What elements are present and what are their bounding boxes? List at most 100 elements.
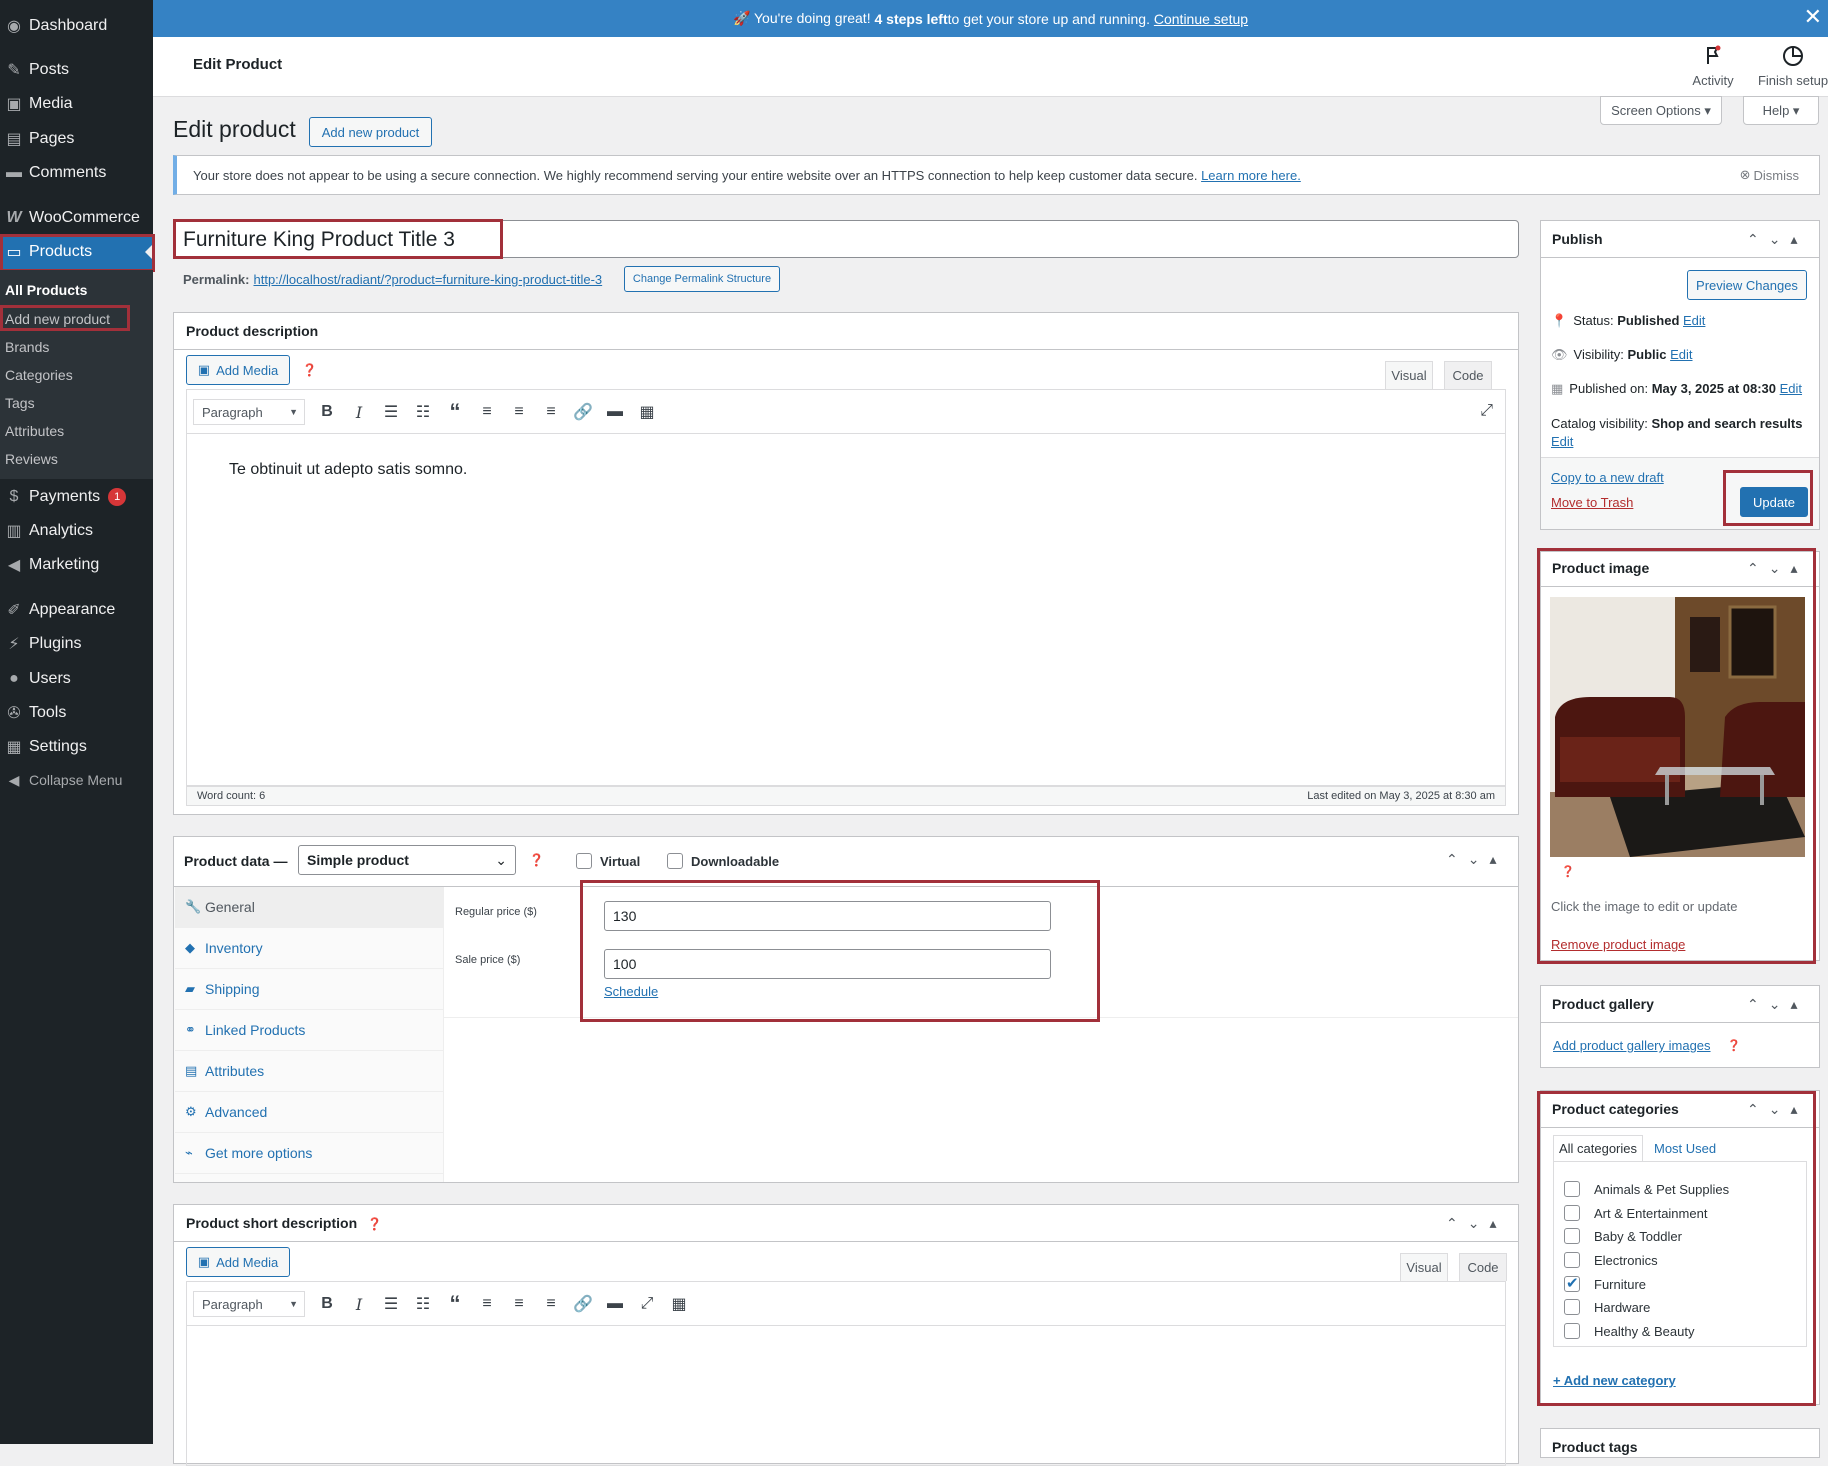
- move-up-icon[interactable]: ⌃: [1747, 560, 1759, 577]
- product-image[interactable]: [1550, 597, 1805, 857]
- tab-most-used[interactable]: Most Used: [1654, 1141, 1716, 1156]
- menu-media[interactable]: ▣ Media: [0, 87, 153, 121]
- tab-general[interactable]: 🔧 General: [175, 887, 443, 928]
- move-to-trash-link[interactable]: Move to Trash: [1551, 495, 1633, 510]
- read-more-icon[interactable]: ▬: [599, 397, 631, 427]
- tab-advanced[interactable]: ⚙ Advanced: [175, 1092, 443, 1133]
- tab-linked-products[interactable]: ⚭ Linked Products: [175, 1010, 443, 1051]
- italic-icon[interactable]: I: [343, 397, 375, 427]
- activity-button[interactable]: Activity: [1683, 45, 1743, 88]
- submenu-all-products[interactable]: All Products: [5, 282, 87, 298]
- edit-catalog-link[interactable]: Edit: [1551, 434, 1573, 449]
- category-animals[interactable]: Animals & Pet Supplies: [1564, 1181, 1729, 1197]
- product-type-select[interactable]: Simple product ⌄: [298, 845, 516, 875]
- tab-shipping[interactable]: ▰ Shipping: [175, 969, 443, 1010]
- link-icon[interactable]: 🔗: [567, 397, 599, 427]
- menu-tools[interactable]: ✇ Tools: [0, 696, 153, 730]
- fullscreen-icon[interactable]: ⤢: [631, 1289, 663, 1319]
- continue-setup-link[interactable]: Continue setup: [1154, 11, 1248, 27]
- edit-date-link[interactable]: Edit: [1780, 381, 1802, 396]
- tab-visual-short[interactable]: Visual: [1400, 1253, 1448, 1281]
- menu-marketing[interactable]: ◀ Marketing: [0, 548, 153, 582]
- blockquote-icon[interactable]: “: [439, 397, 471, 427]
- help-icon[interactable]: ❓: [302, 363, 317, 377]
- tab-attributes[interactable]: ▤ Attributes: [175, 1051, 443, 1092]
- category-baby[interactable]: Baby & Toddler: [1564, 1228, 1682, 1244]
- align-right-icon[interactable]: ≡: [535, 397, 567, 427]
- move-down-icon[interactable]: ⌄: [1769, 996, 1781, 1013]
- menu-payments[interactable]: $ Payments 1: [0, 480, 153, 514]
- menu-appearance[interactable]: ✐ Appearance: [0, 593, 153, 627]
- align-center-icon[interactable]: ≡: [503, 397, 535, 427]
- help-icon[interactable]: ❓: [1561, 865, 1575, 878]
- close-icon[interactable]: ✕: [1804, 6, 1822, 28]
- toolbar-toggle-icon[interactable]: ▦: [663, 1289, 695, 1319]
- align-center-icon[interactable]: ≡: [503, 1289, 535, 1319]
- toolbar-toggle-icon[interactable]: ▦: [631, 397, 663, 427]
- move-down-icon[interactable]: ⌄: [1468, 851, 1480, 868]
- category-health[interactable]: Healthy & Beauty: [1564, 1323, 1694, 1339]
- menu-woocommerce[interactable]: W WooCommerce: [0, 201, 153, 235]
- read-more-icon[interactable]: ▬: [599, 1289, 631, 1319]
- finish-setup-button[interactable]: Finish setup: [1753, 45, 1828, 88]
- downloadable-checkbox[interactable]: Downloadable: [667, 853, 779, 869]
- description-editor[interactable]: Te obtinuit ut adepto satis somno.: [186, 434, 1506, 786]
- menu-posts[interactable]: ✎ Posts: [0, 53, 153, 87]
- menu-pages[interactable]: ▤ Pages: [0, 122, 153, 156]
- submenu-categories[interactable]: Categories: [5, 367, 73, 383]
- dismiss-button[interactable]: ⊗ Dismiss: [1740, 167, 1799, 183]
- menu-settings[interactable]: ▦ Settings: [0, 730, 153, 764]
- preview-changes-button[interactable]: Preview Changes: [1687, 270, 1807, 300]
- virtual-checkbox[interactable]: Virtual: [576, 853, 640, 869]
- tab-code-short[interactable]: Code: [1459, 1253, 1507, 1281]
- align-left-icon[interactable]: ≡: [471, 397, 503, 427]
- toggle-panel-icon[interactable]: ▴: [1489, 1215, 1496, 1232]
- category-art[interactable]: Art & Entertainment: [1564, 1205, 1707, 1221]
- add-media-button[interactable]: ▣ Add Media: [186, 355, 290, 385]
- move-up-icon[interactable]: ⌃: [1446, 1215, 1458, 1232]
- menu-products[interactable]: ▭ Products: [0, 235, 153, 269]
- tab-inventory[interactable]: ◆ Inventory: [175, 928, 443, 969]
- move-up-icon[interactable]: ⌃: [1747, 996, 1759, 1013]
- copy-draft-link[interactable]: Copy to a new draft: [1551, 470, 1664, 485]
- menu-comments[interactable]: ▬ Comments: [0, 156, 153, 190]
- short-description-editor[interactable]: [186, 1326, 1506, 1466]
- numbered-list-icon[interactable]: ☷: [407, 1289, 439, 1319]
- submenu-brands[interactable]: Brands: [5, 339, 49, 355]
- product-title-input[interactable]: Furniture King Product Title 3: [173, 220, 1519, 258]
- edit-status-link[interactable]: Edit: [1683, 313, 1705, 328]
- bullet-list-icon[interactable]: ☰: [375, 397, 407, 427]
- toggle-panel-icon[interactable]: ▴: [1790, 1101, 1797, 1118]
- remove-product-image-link[interactable]: Remove product image: [1551, 937, 1685, 952]
- learn-more-link[interactable]: Learn more here.: [1201, 168, 1301, 183]
- toggle-panel-icon[interactable]: ▴: [1790, 560, 1797, 577]
- menu-users[interactable]: ● Users: [0, 662, 153, 696]
- tab-visual[interactable]: Visual: [1385, 361, 1433, 389]
- add-new-category-link[interactable]: + Add new category: [1553, 1373, 1676, 1388]
- add-new-product-button[interactable]: Add new product: [309, 117, 432, 147]
- edit-visibility-link[interactable]: Edit: [1670, 347, 1692, 362]
- link-icon[interactable]: 🔗: [567, 1289, 599, 1319]
- menu-collapse[interactable]: ◀ Collapse Menu: [0, 763, 153, 797]
- bullet-list-icon[interactable]: ☰: [375, 1289, 407, 1319]
- tab-code[interactable]: Code: [1444, 361, 1492, 389]
- bold-icon[interactable]: B: [311, 397, 343, 427]
- help-icon[interactable]: ❓: [1727, 1039, 1741, 1052]
- move-down-icon[interactable]: ⌄: [1769, 560, 1781, 577]
- move-down-icon[interactable]: ⌄: [1769, 231, 1781, 248]
- sale-price-input[interactable]: 100: [604, 949, 1051, 979]
- fullscreen-icon[interactable]: ⤢: [1480, 402, 1493, 420]
- help-icon[interactable]: ❓: [529, 853, 544, 867]
- bold-icon[interactable]: B: [311, 1289, 343, 1319]
- permalink-link[interactable]: http://localhost/radiant/?product=furnit…: [253, 272, 602, 287]
- italic-icon[interactable]: I: [343, 1289, 375, 1319]
- tab-all-categories[interactable]: All categories: [1553, 1135, 1643, 1161]
- format-select[interactable]: Paragraph ▼: [193, 399, 305, 425]
- menu-dashboard[interactable]: ◉ Dashboard: [0, 9, 153, 43]
- category-electronics[interactable]: Electronics: [1564, 1252, 1658, 1268]
- schedule-link[interactable]: Schedule: [604, 984, 658, 999]
- move-down-icon[interactable]: ⌄: [1468, 1215, 1480, 1232]
- move-up-icon[interactable]: ⌃: [1747, 1101, 1759, 1118]
- toggle-panel-icon[interactable]: ▴: [1489, 851, 1496, 868]
- move-down-icon[interactable]: ⌄: [1769, 1101, 1781, 1118]
